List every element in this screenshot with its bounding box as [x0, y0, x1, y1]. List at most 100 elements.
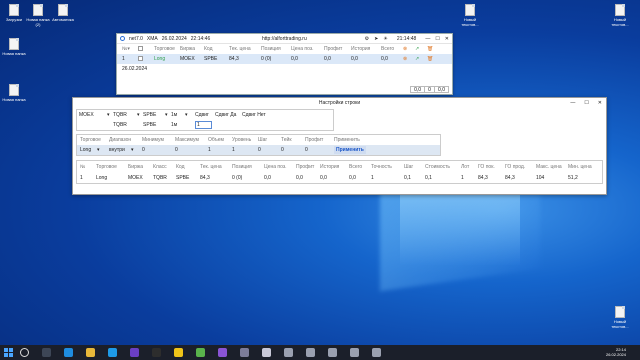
symbol-label[interactable]: XMA — [147, 36, 158, 42]
summary-row[interactable]: 1 Long MOEX TQBR SPBE 84,3 0 (0) 0,0 0,0… — [77, 172, 602, 183]
date-row-label: 26.02.2024 — [122, 66, 148, 72]
shift-input[interactable]: 1 — [195, 121, 212, 129]
sum-hdr-total: Всего — [349, 163, 363, 170]
telegram-icon[interactable] — [108, 348, 117, 357]
col-pos-price[interactable]: Цена поз. — [291, 46, 324, 52]
row-profit: 0,0 — [324, 56, 331, 62]
col-history[interactable]: История — [351, 46, 381, 52]
sum-hdr-code: Код — [176, 163, 185, 170]
desktop-icon-automation[interactable]: Автоматика — [49, 4, 77, 22]
desktop-icon-textfile-2[interactable]: Новый текстов... — [606, 4, 634, 27]
col-position[interactable]: Позиция — [261, 46, 291, 52]
volume-input[interactable]: 1 — [208, 147, 232, 153]
col-profit[interactable]: Профит — [324, 46, 351, 52]
row-check[interactable] — [138, 55, 154, 63]
trade-chevron-down-icon[interactable]: ▾ — [97, 147, 109, 153]
desktop-icon-textfile-3[interactable]: Новый текстов... — [606, 306, 634, 329]
app-purple-icon[interactable] — [218, 348, 227, 357]
trade-settings-row: Long ▾ внутри ▾ 0 0 1 1 0 0 0 Применить — [77, 145, 440, 155]
min-input[interactable]: 0 — [142, 147, 175, 153]
row-chart-icon[interactable]: ↗ — [415, 56, 427, 62]
visual-studio-icon[interactable] — [130, 348, 139, 357]
desktop-icon-folder-b[interactable]: Новая папка — [0, 84, 28, 102]
dialog-minimize-button[interactable]: — — [570, 98, 575, 108]
apply-button[interactable]: Применить — [334, 146, 366, 154]
app-window-1-icon[interactable] — [284, 348, 293, 357]
sum-hdr-cost: Стоимость — [425, 163, 451, 170]
shift-label: Сдвиг — [195, 112, 209, 118]
step-input[interactable]: 0 — [258, 147, 281, 153]
col-trade[interactable]: Торговое — [154, 46, 180, 52]
dialog-maximize-button[interactable]: ☐ — [584, 98, 588, 108]
desktop-icon-folder[interactable]: Новая папка — [0, 38, 28, 56]
app-window-4-icon[interactable] — [350, 348, 359, 357]
sum-step: 0,1 — [404, 174, 411, 181]
dialog-close-button[interactable]: ✕ — [598, 98, 602, 108]
start-button[interactable] — [4, 348, 13, 357]
minimize-button[interactable]: — — [425, 36, 430, 42]
table-header: №▾ Торговое Биржа Код Тек. цена Позиция … — [117, 44, 452, 54]
search-icon[interactable] — [20, 348, 29, 357]
edge-icon[interactable] — [64, 348, 73, 357]
exchange-select[interactable]: MOEX — [77, 112, 107, 118]
send-icon[interactable]: ➤ — [374, 36, 378, 42]
terminal-icon[interactable] — [152, 348, 161, 357]
sum-class: TQBR — [153, 174, 167, 181]
interval-chevron-down-icon[interactable]: ▾ — [185, 112, 195, 118]
settings-circle-icon: ⊗ — [403, 46, 408, 52]
take-input[interactable]: 0 — [281, 147, 305, 153]
sum-hdr-pos-price: Цена поз. — [264, 163, 287, 170]
task-view-icon[interactable] — [42, 348, 51, 357]
close-button[interactable]: ✕ — [445, 36, 449, 42]
hdr-profit: Профит — [305, 137, 324, 143]
app-window-2-icon[interactable] — [306, 348, 315, 357]
profit-input[interactable]: 0 — [305, 147, 334, 153]
desktop-icon-folder2[interactable]: Новая папка (2) — [24, 4, 52, 27]
app-gray-icon[interactable] — [240, 348, 249, 357]
col-price[interactable]: Тек. цена — [229, 46, 261, 52]
gear-icon[interactable]: ⚙ — [365, 36, 369, 42]
system-clock[interactable]: 22:14 26.02.2024 — [606, 347, 626, 357]
col-num[interactable]: №▾ — [122, 46, 138, 52]
sum-hdr-num: № — [80, 163, 86, 170]
range-select[interactable]: внутри — [109, 147, 131, 153]
code-select[interactable]: SPBE — [143, 112, 165, 118]
col-check[interactable] — [138, 45, 154, 53]
row-settings-icon[interactable]: ⊗ — [403, 56, 415, 62]
folder-icon — [33, 4, 43, 16]
sum-total: 0,0 — [349, 174, 356, 181]
app-green-icon[interactable] — [196, 348, 205, 357]
trade-select[interactable]: Long — [80, 147, 97, 153]
shift-yes-label: Сдвиг Да — [215, 112, 237, 118]
sum-min-price: 51,2 — [568, 174, 578, 181]
file-explorer-icon[interactable] — [86, 348, 95, 357]
app-light-icon[interactable] — [262, 348, 271, 357]
maximize-button[interactable]: ☐ — [435, 36, 439, 42]
text-file-icon — [615, 4, 625, 16]
row-history: 0,0 — [351, 56, 358, 62]
board-select[interactable]: TQBR — [113, 112, 137, 118]
app-window-3-icon[interactable] — [328, 348, 337, 357]
site-url[interactable]: http://alforttrading.ru — [262, 36, 307, 42]
sum-position-paren: (0) — [236, 174, 243, 181]
row-delete-icon[interactable]: 🗑 — [427, 56, 437, 62]
interval-select[interactable]: 1м — [171, 112, 185, 118]
board-value: TQBR — [113, 122, 127, 128]
table-row[interactable]: 1 Long MOEX SPBE 84,3 0 (0) 0,0 0,0 0,0 … — [117, 54, 452, 64]
app-window-5-icon[interactable] — [372, 348, 381, 357]
max-input[interactable]: 0 — [175, 147, 208, 153]
range-chevron-down-icon[interactable]: ▾ — [131, 147, 142, 153]
col-total[interactable]: Всего — [381, 46, 403, 52]
sun-icon[interactable]: ☀ — [383, 36, 387, 42]
notes-icon[interactable] — [174, 348, 183, 357]
level-input[interactable]: 1 — [232, 147, 258, 153]
sum-precision: 1 — [371, 174, 374, 181]
desktop-icon-textfile-1[interactable]: Новый текстов... — [456, 4, 484, 27]
hdr-min: Минимум — [142, 137, 164, 143]
col-code[interactable]: Код — [204, 46, 229, 52]
wallpaper-glow-inner — [400, 195, 520, 265]
hdr-trade: Торговое — [80, 137, 101, 143]
file-icon — [9, 84, 19, 96]
sum-code: SPBE — [176, 174, 190, 181]
col-exchange[interactable]: Биржа — [180, 46, 204, 52]
